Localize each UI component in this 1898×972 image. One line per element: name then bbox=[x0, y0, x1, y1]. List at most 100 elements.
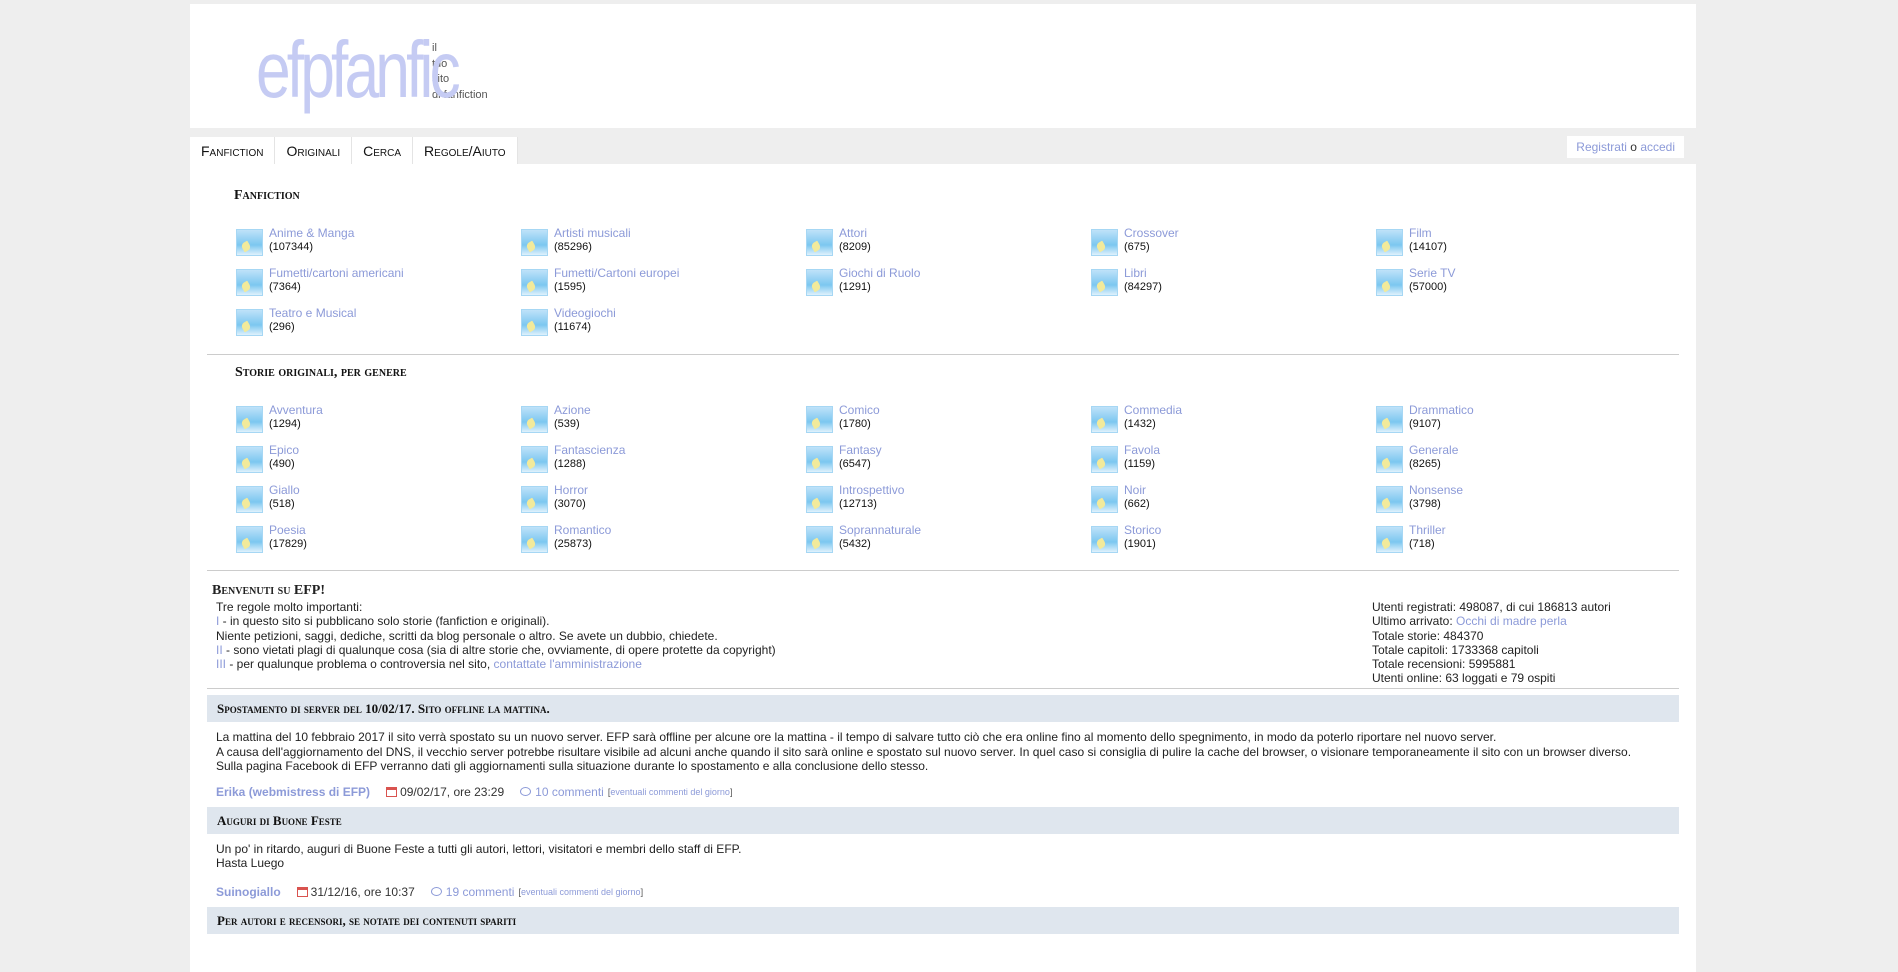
category-link[interactable]: Serie TV bbox=[1409, 266, 1455, 280]
category-link[interactable]: Azione bbox=[554, 403, 591, 417]
category-link[interactable]: Fumetti/Cartoni europei bbox=[554, 266, 679, 280]
category-icon[interactable] bbox=[806, 269, 833, 296]
category-icon[interactable] bbox=[806, 229, 833, 256]
category-link[interactable]: Noir bbox=[1124, 483, 1150, 497]
category-link[interactable]: Romantico bbox=[554, 523, 611, 537]
category-link[interactable]: Fantascienza bbox=[554, 443, 625, 457]
category-item[interactable]: Crossover (675) bbox=[1091, 226, 1376, 256]
category-link[interactable]: Crossover bbox=[1124, 226, 1179, 240]
rule-3-number[interactable]: III bbox=[216, 657, 226, 671]
tab-regole-aiuto[interactable]: Regole/Aiuto bbox=[413, 137, 518, 164]
category-link[interactable]: Artisti musicali bbox=[554, 226, 631, 240]
category-link[interactable]: Teatro e Musical bbox=[269, 306, 356, 320]
category-item[interactable]: Attori (8209) bbox=[806, 226, 1091, 256]
category-item[interactable]: Fantascienza (1288) bbox=[521, 443, 806, 473]
category-item[interactable]: Videogiochi (11674) bbox=[521, 306, 806, 336]
category-item[interactable]: Epico (490) bbox=[236, 443, 521, 473]
category-item[interactable]: Giallo (518) bbox=[236, 483, 521, 513]
login-link[interactable]: accedi bbox=[1640, 140, 1675, 154]
category-item[interactable]: Generale (8265) bbox=[1376, 443, 1661, 473]
category-icon[interactable] bbox=[1376, 486, 1403, 513]
category-link[interactable]: Nonsense bbox=[1409, 483, 1463, 497]
category-icon[interactable] bbox=[521, 269, 548, 296]
category-item[interactable]: Poesia (17829) bbox=[236, 523, 521, 553]
category-link[interactable]: Comico bbox=[839, 403, 880, 417]
category-link[interactable]: Generale bbox=[1409, 443, 1458, 457]
category-link[interactable]: Soprannaturale bbox=[839, 523, 921, 537]
category-link[interactable]: Horror bbox=[554, 483, 588, 497]
category-item[interactable]: Thriller (718) bbox=[1376, 523, 1661, 553]
category-link[interactable]: Videogiochi bbox=[554, 306, 616, 320]
category-item[interactable]: Giochi di Ruolo (1291) bbox=[806, 266, 1091, 296]
category-icon[interactable] bbox=[236, 406, 263, 433]
category-icon[interactable] bbox=[521, 446, 548, 473]
last-user-link[interactable]: Occhi di madre perla bbox=[1456, 614, 1567, 628]
news-author-link[interactable]: Suinogiallo bbox=[216, 885, 281, 899]
contact-admin-link[interactable]: contattate l'amministrazione bbox=[494, 657, 642, 671]
category-item[interactable]: Fumetti/Cartoni europei (1595) bbox=[521, 266, 806, 296]
category-link[interactable]: Avventura bbox=[269, 403, 323, 417]
category-link[interactable]: Thriller bbox=[1409, 523, 1446, 537]
category-link[interactable]: Giochi di Ruolo bbox=[839, 266, 920, 280]
category-item[interactable]: Soprannaturale (5432) bbox=[806, 523, 1091, 553]
category-item[interactable]: Serie TV (57000) bbox=[1376, 266, 1661, 296]
category-icon[interactable] bbox=[1091, 269, 1118, 296]
day-comments-link[interactable]: eventuali commenti del giorno bbox=[610, 787, 730, 797]
category-item[interactable]: Noir (662) bbox=[1091, 483, 1376, 513]
category-link[interactable]: Storico bbox=[1124, 523, 1161, 537]
category-link[interactable]: Film bbox=[1409, 226, 1447, 240]
site-logo[interactable]: efpfanfic il tuo sito di fanfiction bbox=[256, 30, 488, 110]
category-icon[interactable] bbox=[1091, 526, 1118, 553]
category-icon[interactable] bbox=[1091, 486, 1118, 513]
news-comments-link[interactable]: 10 commenti bbox=[535, 785, 604, 799]
register-link[interactable]: Registrati bbox=[1576, 140, 1627, 154]
news-author-link[interactable]: Erika (webmistress di EFP) bbox=[216, 785, 370, 799]
category-item[interactable]: Storico (1901) bbox=[1091, 523, 1376, 553]
category-icon[interactable] bbox=[236, 486, 263, 513]
category-icon[interactable] bbox=[1091, 446, 1118, 473]
category-icon[interactable] bbox=[521, 486, 548, 513]
category-item[interactable]: Teatro e Musical (296) bbox=[236, 306, 521, 336]
tab-originali[interactable]: Originali bbox=[275, 137, 353, 164]
category-item[interactable]: Nonsense (3798) bbox=[1376, 483, 1661, 513]
category-icon[interactable] bbox=[521, 229, 548, 256]
category-icon[interactable] bbox=[806, 526, 833, 553]
category-icon[interactable] bbox=[806, 406, 833, 433]
category-item[interactable]: Favola (1159) bbox=[1091, 443, 1376, 473]
category-item[interactable]: Anime & Manga (107344) bbox=[236, 226, 521, 256]
category-item[interactable]: Fantasy (6547) bbox=[806, 443, 1091, 473]
category-item[interactable]: Artisti musicali (85296) bbox=[521, 226, 806, 256]
category-icon[interactable] bbox=[236, 229, 263, 256]
category-icon[interactable] bbox=[236, 309, 263, 336]
category-link[interactable]: Fantasy bbox=[839, 443, 882, 457]
category-link[interactable]: Giallo bbox=[269, 483, 300, 497]
day-comments-link[interactable]: eventuali commenti del giorno bbox=[521, 887, 641, 897]
news-comments-link[interactable]: 19 commenti bbox=[446, 885, 515, 899]
category-item[interactable]: Avventura (1294) bbox=[236, 403, 521, 433]
category-link[interactable]: Introspettivo bbox=[839, 483, 904, 497]
category-link[interactable]: Commedia bbox=[1124, 403, 1182, 417]
category-link[interactable]: Epico bbox=[269, 443, 299, 457]
category-icon[interactable] bbox=[1091, 229, 1118, 256]
category-link[interactable]: Fumetti/cartoni americani bbox=[269, 266, 404, 280]
category-icon[interactable] bbox=[1376, 526, 1403, 553]
category-icon[interactable] bbox=[1091, 406, 1118, 433]
rule-2-number[interactable]: II bbox=[216, 643, 223, 657]
category-item[interactable]: Drammatico (9107) bbox=[1376, 403, 1661, 433]
category-item[interactable]: Libri (84297) bbox=[1091, 266, 1376, 296]
category-item[interactable]: Romantico (25873) bbox=[521, 523, 806, 553]
category-icon[interactable] bbox=[806, 486, 833, 513]
category-icon[interactable] bbox=[521, 309, 548, 336]
category-link[interactable]: Attori bbox=[839, 226, 871, 240]
category-icon[interactable] bbox=[1376, 229, 1403, 256]
category-icon[interactable] bbox=[236, 446, 263, 473]
category-link[interactable]: Drammatico bbox=[1409, 403, 1474, 417]
category-item[interactable]: Fumetti/cartoni americani (7364) bbox=[236, 266, 521, 296]
category-icon[interactable] bbox=[521, 526, 548, 553]
category-link[interactable]: Libri bbox=[1124, 266, 1162, 280]
category-icon[interactable] bbox=[1376, 269, 1403, 296]
category-icon[interactable] bbox=[1376, 446, 1403, 473]
category-item[interactable]: Horror (3070) bbox=[521, 483, 806, 513]
category-icon[interactable] bbox=[806, 446, 833, 473]
category-item[interactable]: Film (14107) bbox=[1376, 226, 1661, 256]
